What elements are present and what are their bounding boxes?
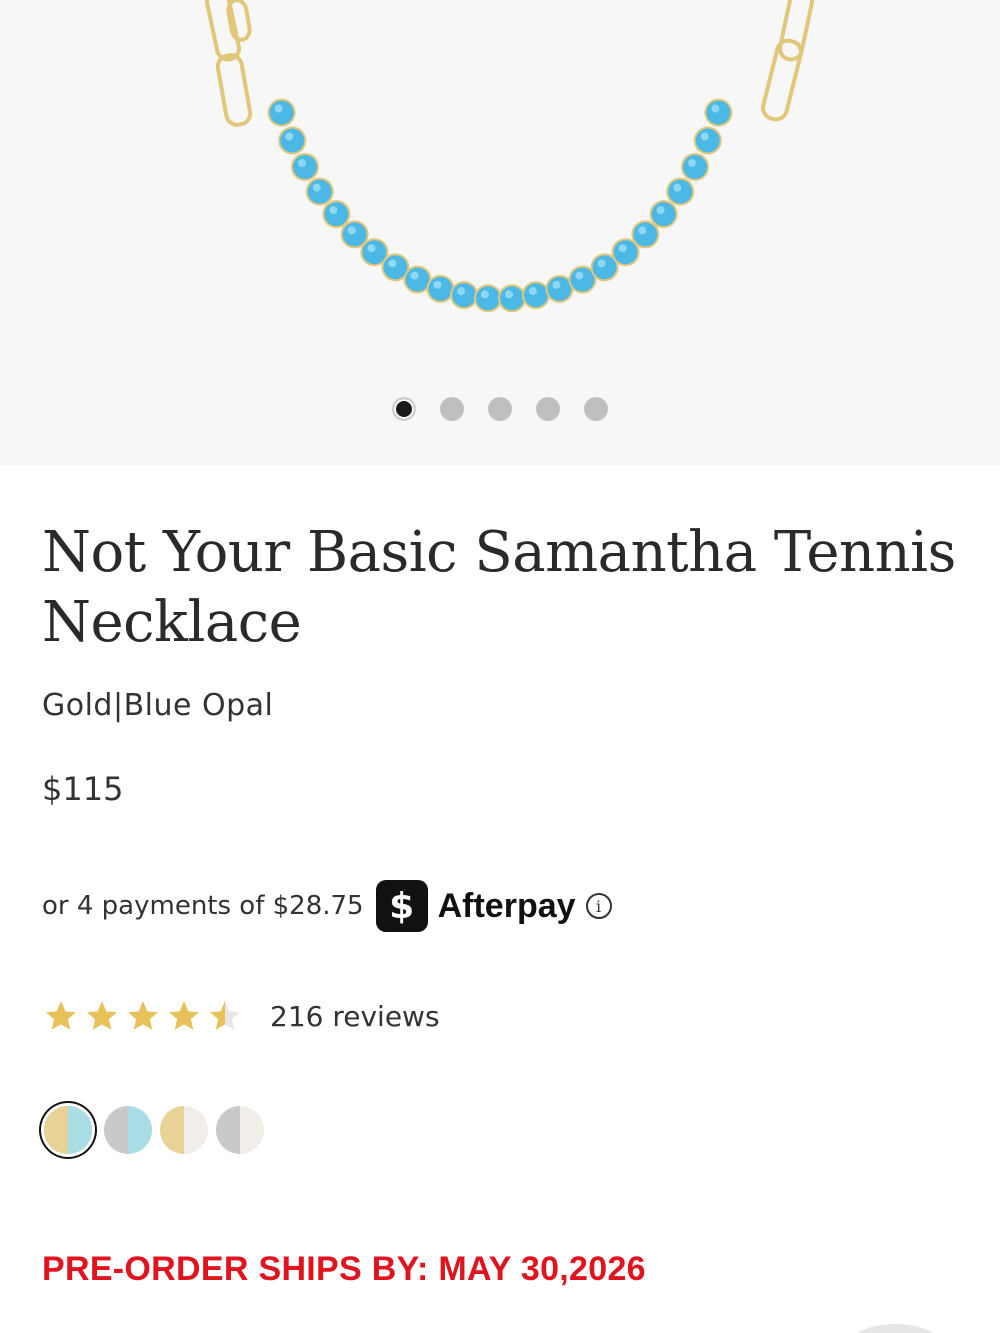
product-price: $115 xyxy=(42,770,124,808)
gem-highlight xyxy=(673,183,682,192)
gem xyxy=(362,240,387,265)
gem xyxy=(452,283,477,308)
gem-highlight xyxy=(274,104,283,113)
gem xyxy=(613,240,638,265)
floating-button-edge[interactable] xyxy=(850,1324,940,1333)
product-variant: Gold|Blue Opal xyxy=(42,688,274,723)
gem xyxy=(570,267,595,292)
gem xyxy=(324,202,349,227)
star-icon xyxy=(128,1001,158,1030)
gem xyxy=(383,255,408,280)
gem xyxy=(682,154,707,179)
swatch-gold-white[interactable] xyxy=(160,1106,208,1154)
chain-link xyxy=(215,53,253,127)
gem-highlight xyxy=(298,158,307,167)
gem xyxy=(428,276,453,301)
afterpay-installments: or 4 payments of $28.75 $ Afterpay i xyxy=(42,878,612,934)
star-icon xyxy=(169,1001,199,1030)
chain-link xyxy=(205,0,241,62)
swatch-silver-blue-opal[interactable] xyxy=(104,1106,152,1154)
gem-highlight xyxy=(457,287,466,296)
carousel-dot[interactable] xyxy=(488,397,512,421)
gem xyxy=(269,100,294,125)
chain-link xyxy=(226,0,252,42)
gem-highlight xyxy=(285,132,294,141)
preorder-notice: PRE-ORDER SHIPS BY: MAY 30,2026 xyxy=(42,1250,646,1288)
variant-swatches xyxy=(44,1106,264,1154)
star-rating xyxy=(42,998,244,1034)
info-icon[interactable]: i xyxy=(585,893,612,919)
afterpay-brand: Afterpay xyxy=(437,886,576,925)
gem xyxy=(293,154,318,179)
product-title: Not Your Basic Samantha Tennis Necklace xyxy=(42,520,956,655)
gem xyxy=(668,179,693,204)
gem xyxy=(523,283,548,308)
gem-highlight xyxy=(618,244,627,253)
gem xyxy=(307,179,332,204)
gem-highlight xyxy=(528,287,537,296)
gem xyxy=(405,267,430,292)
carousel-pagination xyxy=(0,397,1000,421)
gem-highlight xyxy=(700,132,709,141)
gem-highlight xyxy=(505,290,514,299)
product-rating[interactable]: 216 reviews xyxy=(42,998,440,1034)
gem xyxy=(547,276,572,301)
product-image-carousel[interactable] xyxy=(0,0,1000,465)
gem xyxy=(592,255,617,280)
carousel-dot[interactable] xyxy=(440,397,464,421)
gem xyxy=(633,222,658,247)
carousel-dot[interactable] xyxy=(392,397,416,421)
gem-highlight xyxy=(480,290,489,299)
gem-highlight xyxy=(656,206,665,215)
afterpay-logo-icon: $ xyxy=(375,880,428,932)
gem-highlight xyxy=(433,280,442,289)
gem-highlight xyxy=(388,259,397,268)
gem-highlight xyxy=(575,271,584,280)
swatch-silver-white[interactable] xyxy=(216,1106,264,1154)
gem-highlight xyxy=(367,244,376,253)
gem-highlight xyxy=(638,226,647,235)
gem-highlight xyxy=(347,226,356,235)
carousel-dot[interactable] xyxy=(536,397,560,421)
gem-highlight xyxy=(711,104,720,113)
gem-highlight xyxy=(552,280,561,289)
afterpay-text: or 4 payments of $28.75 xyxy=(42,891,364,921)
reviews-link[interactable]: 216 reviews xyxy=(270,1000,440,1033)
gem-highlight xyxy=(410,271,419,280)
gem xyxy=(706,100,731,125)
gem xyxy=(475,286,500,311)
gem xyxy=(651,202,676,227)
gem-highlight xyxy=(597,259,606,268)
necklace-image xyxy=(205,0,814,313)
carousel-dot[interactable] xyxy=(584,397,608,421)
swatch-gold-blue-opal[interactable] xyxy=(44,1106,92,1154)
gem-highlight xyxy=(329,206,338,215)
star-icon xyxy=(46,1001,76,1030)
gem xyxy=(500,286,525,311)
gem-highlight xyxy=(312,183,321,192)
gem xyxy=(342,222,367,247)
gem xyxy=(280,128,305,153)
gem-highlight xyxy=(687,158,696,167)
star-icon xyxy=(87,1001,117,1030)
gem xyxy=(695,128,720,153)
chain-link xyxy=(778,0,814,62)
star-icon xyxy=(210,1001,240,1030)
